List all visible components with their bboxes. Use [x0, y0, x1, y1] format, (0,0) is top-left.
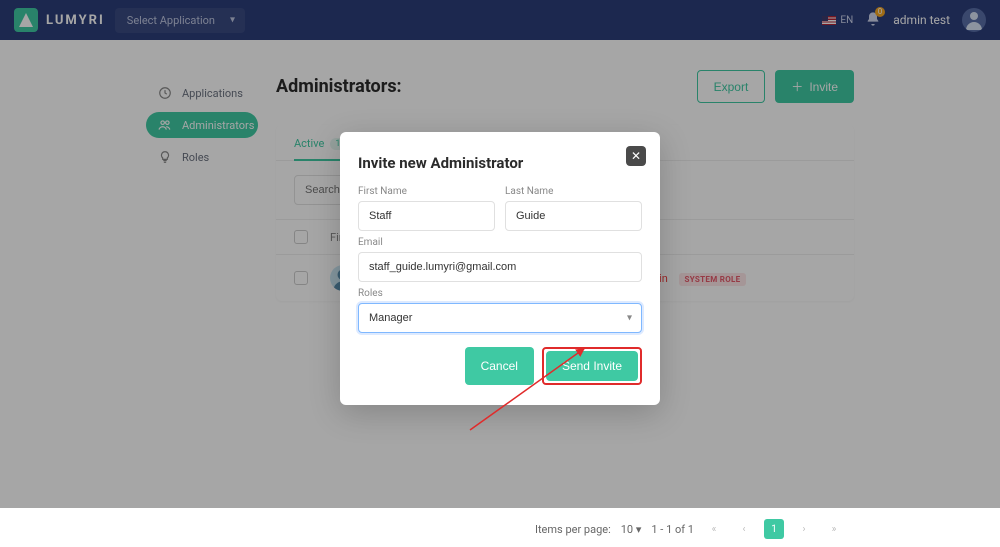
- last-name-label: Last Name: [505, 186, 642, 197]
- pager-range: 1 - 1 of 1: [651, 523, 694, 536]
- pager-current[interactable]: 1: [764, 519, 784, 539]
- pager-first[interactable]: «: [704, 519, 724, 539]
- first-name-input[interactable]: [358, 201, 495, 231]
- ipp-label: Items per page:: [535, 523, 611, 536]
- modal-overlay: ✕ Invite new Administrator First Name La…: [0, 0, 1000, 508]
- pager: Items per page: 10 ▾ 1 - 1 of 1 « ‹ 1 › …: [276, 511, 854, 547]
- send-invite-button[interactable]: Send Invite: [546, 351, 638, 381]
- pager-last[interactable]: »: [824, 519, 844, 539]
- ipp-select[interactable]: 10 ▾: [621, 523, 642, 536]
- close-button[interactable]: ✕: [626, 146, 646, 166]
- email-label: Email: [358, 237, 642, 248]
- modal-title: Invite new Administrator: [358, 154, 642, 172]
- pager-next[interactable]: ›: [794, 519, 814, 539]
- roles-select[interactable]: ▾: [358, 303, 642, 333]
- chevron-down-icon: ▾: [636, 523, 642, 536]
- pager-prev[interactable]: ‹: [734, 519, 754, 539]
- first-name-label: First Name: [358, 186, 495, 197]
- modal-actions: Cancel Send Invite: [358, 347, 642, 385]
- annotation-highlight: Send Invite: [542, 347, 642, 385]
- cancel-button[interactable]: Cancel: [465, 347, 534, 385]
- last-name-input[interactable]: [505, 201, 642, 231]
- invite-modal: ✕ Invite new Administrator First Name La…: [340, 132, 660, 405]
- email-input[interactable]: [358, 252, 642, 282]
- roles-label: Roles: [358, 288, 642, 299]
- roles-value[interactable]: [358, 303, 642, 333]
- close-icon: ✕: [631, 149, 641, 163]
